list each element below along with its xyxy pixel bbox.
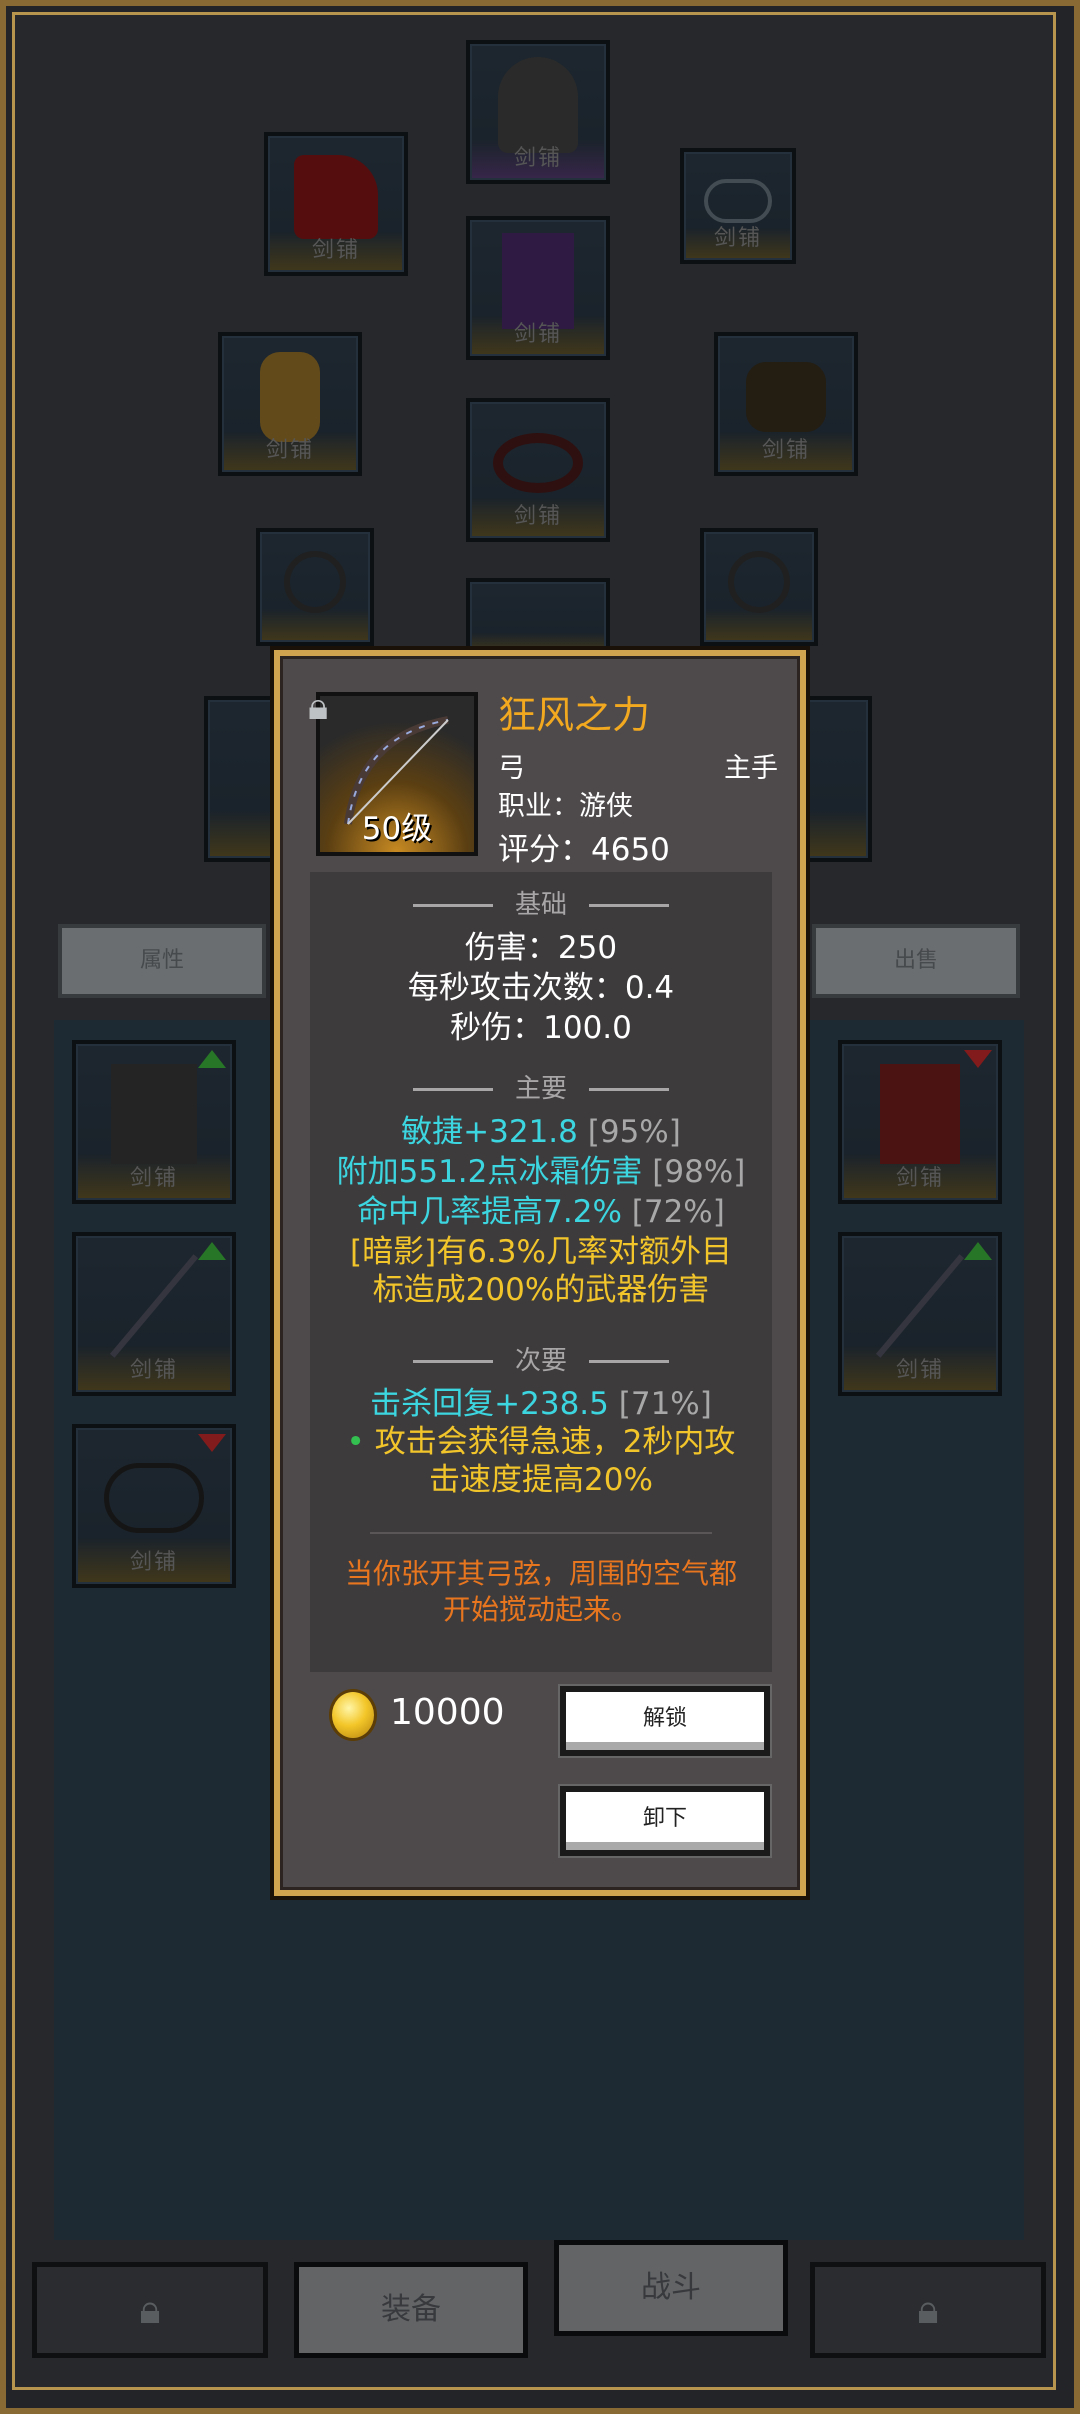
item-name: 狂风之力 [498, 693, 651, 737]
bracer-icon [746, 362, 826, 433]
gloves-icon [260, 352, 320, 443]
section-header-base: 基础 [310, 884, 772, 921]
slot-label: 剑铺 [713, 226, 762, 251]
tab-sell-label: 出售 [893, 948, 938, 973]
bottom-tab-battle-label: 战斗 [641, 2270, 701, 2305]
equip-slot-helmet[interactable]: 剑铺 [466, 40, 610, 184]
downgrade-arrow-icon [964, 1050, 992, 1068]
inventory-item-boots[interactable]: 剑铺 [72, 1040, 236, 1204]
bottom-tab-equip[interactable]: 装备 [294, 2262, 528, 2358]
flavor-line2: 开始搅动起来。 [442, 1593, 639, 1626]
slot-label: 剑铺 [129, 1166, 178, 1191]
necklace-icon [704, 178, 772, 223]
equip-slot-necklace[interactable]: 剑铺 [680, 148, 796, 264]
slot-label: 剑铺 [761, 438, 810, 463]
slot-label: 剑铺 [513, 146, 562, 171]
helmet-icon [498, 57, 578, 154]
tab-sell[interactable]: 出售 [812, 924, 1020, 998]
inventory-item-robe[interactable]: 剑铺 [838, 1040, 1002, 1204]
equip-slot-ring-right[interactable] [700, 528, 818, 646]
slot-label: 剑铺 [513, 322, 562, 347]
stat-attack-speed: 每秒攻击次数：0.4 [407, 970, 675, 1006]
unequip-button[interactable]: 卸下 [560, 1786, 770, 1856]
cape-icon [294, 155, 378, 240]
item-icon-frame: 50级 [316, 692, 478, 856]
inventory-item-spear-left[interactable]: 剑铺 [72, 1232, 236, 1396]
item-stats-panel: 基础 伤害：250 每秒攻击次数：0.4 秒伤：100.0 主要 敏捷+321.… [310, 872, 772, 1672]
flavor-divider [370, 1532, 712, 1534]
equip-slot-chest[interactable]: 剑铺 [466, 216, 610, 360]
item-detail-dialog: 50级 🔒︎ 狂风之力 弓 主手 职业：游侠 评分：4650 基础 伤害：250… [274, 650, 806, 1896]
item-class: 职业：游侠 [498, 791, 633, 822]
passive-line2: 击速度提高20% [429, 1462, 653, 1498]
item-score: 评分：4650 [498, 832, 670, 868]
equip-slot-pants[interactable] [466, 578, 610, 658]
tab-attributes-label: 属性 [139, 948, 184, 973]
unequip-button-label: 卸下 [642, 1806, 687, 1831]
inventory-item-spear-right[interactable]: 剑铺 [838, 1232, 1002, 1396]
ring-icon [284, 550, 346, 613]
item-level: 50级 [361, 811, 433, 847]
main-stat-pct: [98%] [652, 1154, 746, 1190]
flavor-line1: 当你张开其弓弦，周围的空气都 [344, 1557, 737, 1590]
special-effect-line2: 标造成200%的武器伤害 [372, 1272, 710, 1308]
item-hand: 主手 [724, 753, 778, 784]
slot-label: 剑铺 [513, 504, 562, 529]
spear-icon [875, 1254, 965, 1358]
bottom-tab-locked-right[interactable]: 🔒︎ [810, 2262, 1046, 2358]
equip-slot-bracer[interactable]: 剑铺 [714, 332, 858, 476]
item-type: 弓 [498, 753, 525, 784]
lock-icon: 🔒︎ [917, 2287, 939, 2333]
bottom-tab-equip-label: 装备 [381, 2292, 441, 2327]
upgrade-arrow-icon [964, 1242, 992, 1260]
equip-slot-gloves[interactable]: 剑铺 [218, 332, 362, 476]
section-header-main: 主要 [310, 1068, 772, 1105]
inventory-item-amulet[interactable]: 剑铺 [72, 1424, 236, 1588]
slot-label: 剑铺 [265, 438, 314, 463]
equip-slot-belt[interactable]: 剑铺 [466, 398, 610, 542]
equip-slot-ring-left[interactable] [256, 528, 374, 646]
upgrade-arrow-icon [198, 1050, 226, 1068]
main-stat-pct: [72%] [631, 1194, 725, 1230]
padlock-icon[interactable]: 🔒︎ [308, 684, 328, 729]
main-stat-frost: 附加551.2点冰霜伤害 [98%] [310, 1146, 772, 1191]
gold-coin-icon [332, 1692, 374, 1738]
ring-icon [728, 550, 790, 613]
lock-icon: 🔒︎ [139, 2287, 161, 2333]
stat-damage: 伤害：250 [464, 930, 618, 966]
slot-label: 剑铺 [895, 1358, 944, 1383]
main-stat-text: 命中几率提高7.2% [357, 1194, 622, 1230]
downgrade-arrow-icon [198, 1434, 226, 1452]
equip-slot-cape[interactable]: 剑铺 [264, 132, 408, 276]
slot-label: 剑铺 [129, 1550, 178, 1575]
item-price: 10000 [390, 1692, 505, 1733]
boots-icon [111, 1064, 197, 1165]
upgrade-arrow-icon [198, 1242, 226, 1260]
section-header-secondary: 次要 [310, 1340, 772, 1377]
slot-label: 剑铺 [895, 1166, 944, 1191]
unlock-button[interactable]: 解锁 [560, 1686, 770, 1756]
robe-icon [880, 1064, 960, 1165]
bottom-tab-battle[interactable]: 战斗 [554, 2240, 788, 2336]
belt-icon [493, 433, 583, 494]
stat-dps: 秒伤：100.0 [450, 1010, 632, 1046]
main-stat-text: 敏捷+321.8 [401, 1114, 578, 1150]
main-stat-text: 附加551.2点冰霜伤害 [336, 1154, 643, 1190]
slot-label: 剑铺 [129, 1358, 178, 1383]
tab-attributes[interactable]: 属性 [58, 924, 266, 998]
main-stat-agility: 敏捷+321.8 [95%] [310, 1106, 772, 1151]
main-stat-crit: 命中几率提高7.2% [72%] [310, 1186, 772, 1231]
unlock-button-label: 解锁 [642, 1706, 687, 1731]
spear-icon [109, 1254, 199, 1358]
main-stat-pct: [95%] [587, 1114, 681, 1150]
slot-label: 剑铺 [311, 238, 360, 263]
amulet-icon [104, 1463, 204, 1534]
bottom-tab-locked-left[interactable]: 🔒︎ [32, 2262, 268, 2358]
chest-armor-icon [502, 233, 574, 330]
